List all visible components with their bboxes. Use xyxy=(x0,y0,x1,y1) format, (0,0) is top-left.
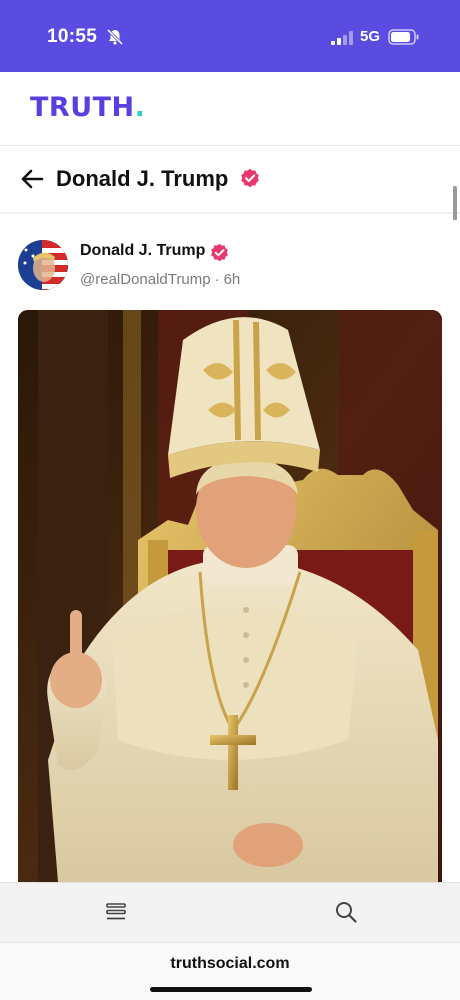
back-arrow-icon[interactable] xyxy=(20,168,44,190)
page-title: Donald J. Trump xyxy=(56,166,229,191)
post-image[interactable] xyxy=(18,310,442,882)
meta-separator: · xyxy=(214,271,220,288)
author-handle[interactable]: @realDonaldTrump xyxy=(80,271,211,288)
post-meta: @realDonaldTrump · 6h xyxy=(80,271,240,288)
signal-icon xyxy=(331,31,353,45)
post-time[interactable]: 6h xyxy=(224,271,241,288)
avatar[interactable] xyxy=(18,240,68,290)
bottom-tab-bar xyxy=(0,882,460,942)
brand-bar: TRUTH. xyxy=(0,72,460,146)
logo-text: TRUTH xyxy=(30,92,135,123)
verified-badge-icon xyxy=(211,243,228,262)
avatar-image xyxy=(18,240,68,290)
author-name[interactable]: Donald J. Trump xyxy=(80,242,205,260)
search-icon[interactable] xyxy=(335,901,357,923)
url-text[interactable]: truthsocial.com xyxy=(0,955,460,973)
profile-header: Donald J. Trump xyxy=(0,146,460,214)
logo-dot: . xyxy=(134,92,146,123)
post-card[interactable]: Donald J. Trump @realDonaldTrump · 6h xyxy=(0,220,460,882)
truth-logo[interactable]: TRUTH. xyxy=(30,92,145,123)
post-image-illustration xyxy=(18,310,442,882)
home-indicator[interactable] xyxy=(150,987,312,992)
browser-url-bar[interactable]: truthsocial.com xyxy=(0,942,460,1000)
status-bar: 10:55 5G xyxy=(0,0,460,72)
bell-slash-icon xyxy=(106,28,124,46)
menu-icon[interactable] xyxy=(106,903,126,921)
network-type: 5G xyxy=(360,28,381,45)
battery-icon xyxy=(388,29,419,45)
verified-badge-icon xyxy=(241,168,259,188)
status-time: 10:55 xyxy=(47,26,98,47)
